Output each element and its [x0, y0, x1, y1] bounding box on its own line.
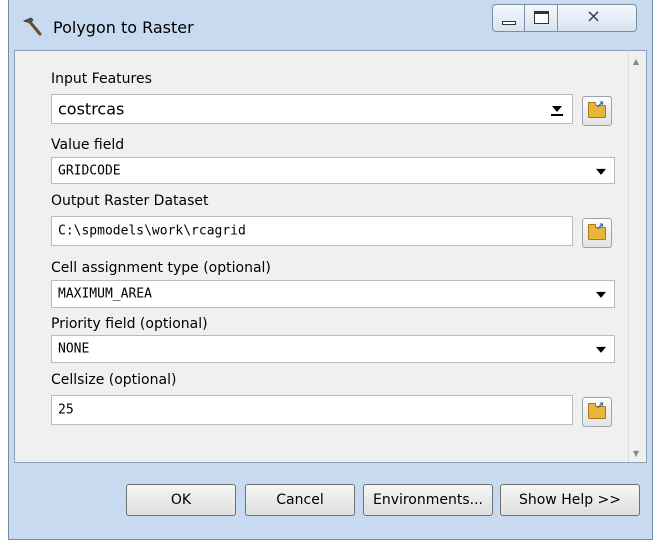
hammer-icon [22, 17, 42, 36]
title-bar[interactable]: Polygon to Raster ⨯ [9, 0, 652, 50]
output-raster-label: Output Raster Dataset [51, 193, 209, 209]
scroll-down-icon[interactable]: ▼ [633, 449, 639, 458]
chevron-down-icon [596, 346, 606, 353]
input-features-label: Input Features [51, 71, 152, 87]
ok-button[interactable]: OK [126, 484, 236, 516]
scroll-up-icon[interactable]: ▲ [633, 57, 639, 66]
minimize-button[interactable] [492, 4, 525, 32]
maximize-icon [534, 11, 549, 24]
value-field-value: GRIDCODE [58, 163, 121, 178]
output-raster-input[interactable]: C:\spmodels\work\rcagrid [51, 216, 573, 246]
cellsize-browse-button[interactable]: ↗ [582, 397, 612, 427]
window-title: Polygon to Raster [53, 18, 194, 37]
output-raster-browse-button[interactable]: ↗ [582, 218, 612, 248]
close-icon: ⨯ [586, 6, 602, 27]
vertical-scrollbar[interactable]: ▲ ▼ [628, 51, 646, 462]
cancel-button[interactable]: Cancel [245, 484, 355, 516]
cell-assignment-value: MAXIMUM_AREA [58, 286, 152, 302]
output-raster-value: C:\spmodels\work\rcagrid [58, 223, 246, 239]
cell-assignment-label: Cell assignment type (optional) [51, 260, 271, 276]
environments-button[interactable]: Environments... [363, 484, 493, 516]
priority-field-label: Priority field (optional) [51, 316, 208, 332]
cellsize-value: 25 [58, 402, 74, 418]
parameters-panel: Input Features costrcas ↗ Value field GR… [14, 50, 647, 463]
cellsize-input[interactable]: 25 [51, 395, 573, 425]
value-field-label: Value field [51, 137, 125, 153]
cell-assignment-dropdown[interactable]: MAXIMUM_AREA [51, 280, 615, 308]
input-features-browse-button[interactable]: ↗ [582, 96, 612, 126]
maximize-button[interactable] [525, 4, 558, 32]
show-help-button[interactable]: Show Help >> [500, 484, 640, 516]
cellsize-label: Cellsize (optional) [51, 372, 177, 388]
value-field-dropdown[interactable]: GRIDCODE [51, 157, 615, 184]
input-features-combobox[interactable]: costrcas [51, 94, 573, 124]
chevron-down-icon [596, 168, 606, 175]
tool-dialog-window: Polygon to Raster ⨯ Input Features costr… [8, 0, 653, 540]
minimize-icon [502, 21, 516, 25]
chevron-down-icon[interactable] [550, 103, 564, 117]
chevron-down-icon [596, 291, 606, 298]
priority-field-dropdown[interactable]: NONE [51, 335, 615, 363]
close-button[interactable]: ⨯ [558, 4, 637, 32]
priority-field-value: NONE [58, 341, 90, 357]
input-features-value: costrcas [58, 99, 125, 119]
